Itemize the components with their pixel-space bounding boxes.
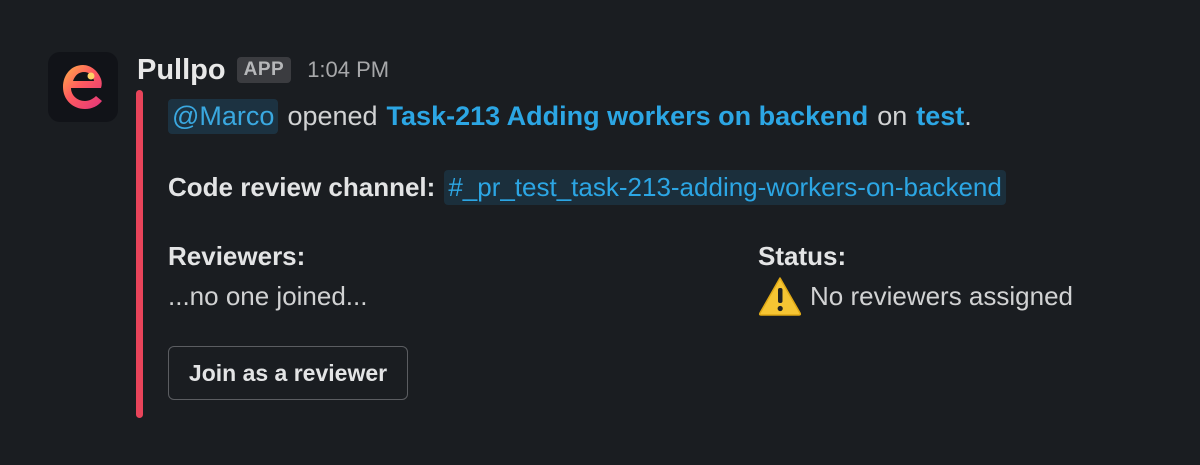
- reviewers-label: Reviewers:: [168, 241, 306, 271]
- join-as-reviewer-button[interactable]: Join as a reviewer: [168, 346, 408, 400]
- app-avatar[interactable]: [48, 52, 118, 122]
- pullpo-logo-icon: [63, 65, 102, 109]
- verb-text: opened: [287, 100, 378, 131]
- status-label: Status:: [758, 241, 847, 271]
- reviewers-field: Reviewers: ...no one joined...: [168, 238, 367, 318]
- code-review-line: Code review channel: #_pr_test_task-213-…: [168, 168, 1006, 206]
- code-review-label: Code review channel:: [168, 171, 436, 202]
- status-value: No reviewers assigned: [810, 280, 1074, 311]
- pr-opened-line: @Marco opened Task-213 Adding workers on…: [168, 96, 972, 136]
- channel-link[interactable]: #_pr_test_task-213-adding-workers-on-bac…: [444, 169, 1006, 205]
- repo-link[interactable]: test: [916, 101, 964, 132]
- status-value-row: No reviewers assigned: [758, 274, 1073, 318]
- on-text: on: [877, 100, 908, 131]
- task-link[interactable]: Task-213 Adding workers on backend: [387, 101, 869, 132]
- message-header: Pullpo APP 1:04 PM: [137, 52, 389, 88]
- app-badge: APP: [236, 57, 292, 83]
- warning-icon: [758, 277, 802, 316]
- user-mention[interactable]: @Marco: [168, 98, 279, 134]
- slack-message: Pullpo APP 1:04 PM @Marco opened Task-21…: [0, 0, 1200, 465]
- message-timestamp[interactable]: 1:04 PM: [307, 57, 389, 83]
- period-text: .: [964, 100, 972, 131]
- status-field: Status: No reviewers assigned: [758, 238, 1073, 318]
- app-name[interactable]: Pullpo: [137, 54, 226, 87]
- reviewers-value: ...no one joined...: [168, 280, 368, 311]
- attachment-color-bar: [136, 90, 143, 418]
